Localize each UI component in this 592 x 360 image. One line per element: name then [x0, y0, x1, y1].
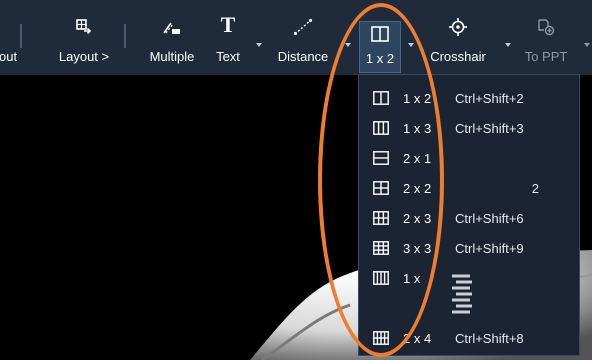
- multiple-label: Multiple: [149, 49, 195, 64]
- menu-item-1x3[interactable]: 1 x 3 Ctrl+Shift+3: [359, 113, 579, 143]
- toolbar-separator: [124, 24, 126, 48]
- menu-item-1x2[interactable]: 1 x 2 Ctrl+Shift+2: [359, 83, 579, 113]
- menu-item-label: 1 x: [403, 271, 421, 286]
- menu-item-2x3[interactable]: 2 x 3 Ctrl+Shift+6: [359, 203, 579, 233]
- to-ppt-label: To PPT: [524, 49, 568, 64]
- export-ppt-icon: [537, 18, 555, 39]
- menu-item-label: 2 x 1: [403, 151, 432, 166]
- svg-text:T: T: [221, 14, 236, 36]
- grid-2x3-icon: [373, 211, 389, 225]
- grid-2x1-icon: [373, 151, 389, 165]
- grid-3x3-icon: [373, 241, 389, 255]
- menu-item-label: 2 x 4: [403, 331, 432, 346]
- distance-dropdown-caret[interactable]: [345, 43, 351, 47]
- menu-item-shortcut: Ctrl+Shift+9: [455, 241, 524, 256]
- menu-item-label: 3 x 3: [403, 241, 432, 256]
- menu-item-shortcut: Ctrl+Shift+8: [455, 331, 524, 346]
- menu-item-label: 2 x 2: [403, 181, 432, 196]
- distance-ruler-icon: [293, 18, 313, 39]
- menu-item-2x1[interactable]: 2 x 1: [359, 143, 579, 173]
- grid-2x4-icon: [373, 331, 389, 345]
- layout-button[interactable]: Layout >: [52, 0, 116, 75]
- text-icon: T: [219, 12, 237, 39]
- crosshair-button[interactable]: Crosshair: [422, 0, 494, 75]
- grid-1x3-icon: [373, 121, 389, 135]
- grid-2x2-icon: [373, 181, 389, 195]
- split-layout-button[interactable]: 1 x 2: [359, 0, 401, 75]
- multiple-annotation-icon: [162, 18, 182, 39]
- text-label: Text: [216, 49, 240, 64]
- toolbar: out Layout > Multiple T Text Distance 1 …: [0, 0, 592, 75]
- menu-item-label: 2 x 3: [403, 211, 432, 226]
- grid-1x4-icon: [373, 271, 389, 285]
- partial-toolbar-button[interactable]: out: [0, 0, 46, 75]
- menu-item-shortcut: Ctrl+Shift+3: [455, 121, 524, 136]
- menu-item-2x2[interactable]: 2 x 2 2: [359, 173, 579, 203]
- move-cursor-icon: [450, 272, 474, 323]
- menu-item-shortcut: 2: [531, 181, 539, 196]
- split-layout-label: 1 x 2: [365, 51, 395, 66]
- partial-toolbar-label: out: [0, 49, 18, 64]
- grid-1x2-icon: [373, 91, 389, 105]
- layout-export-icon: [75, 18, 93, 39]
- distance-button[interactable]: Distance: [270, 0, 336, 75]
- split-1x2-icon: [371, 26, 389, 45]
- layout-label: Layout >: [58, 49, 110, 64]
- menu-item-shortcut: Ctrl+Shift+6: [455, 211, 524, 226]
- to-ppt-dropdown-caret[interactable]: [584, 43, 590, 47]
- crosshair-icon: [449, 18, 467, 39]
- crosshair-dropdown-caret[interactable]: [505, 43, 511, 47]
- menu-item-shortcut: Ctrl+Shift+2: [455, 91, 524, 106]
- toolbar-separator: [20, 24, 22, 48]
- menu-item-label: 1 x 2: [403, 91, 432, 106]
- distance-label: Distance: [277, 49, 329, 64]
- text-button[interactable]: T Text: [210, 0, 246, 75]
- menu-item-2x4[interactable]: 2 x 4 Ctrl+Shift+8: [359, 323, 579, 353]
- multiple-button[interactable]: Multiple: [140, 0, 204, 75]
- text-dropdown-caret[interactable]: [256, 43, 262, 47]
- split-dropdown-caret[interactable]: [408, 43, 414, 47]
- menu-item-label: 1 x 3: [403, 121, 432, 136]
- to-ppt-button[interactable]: To PPT: [516, 0, 576, 75]
- menu-item-3x3[interactable]: 3 x 3 Ctrl+Shift+9: [359, 233, 579, 263]
- crosshair-label: Crosshair: [430, 49, 486, 64]
